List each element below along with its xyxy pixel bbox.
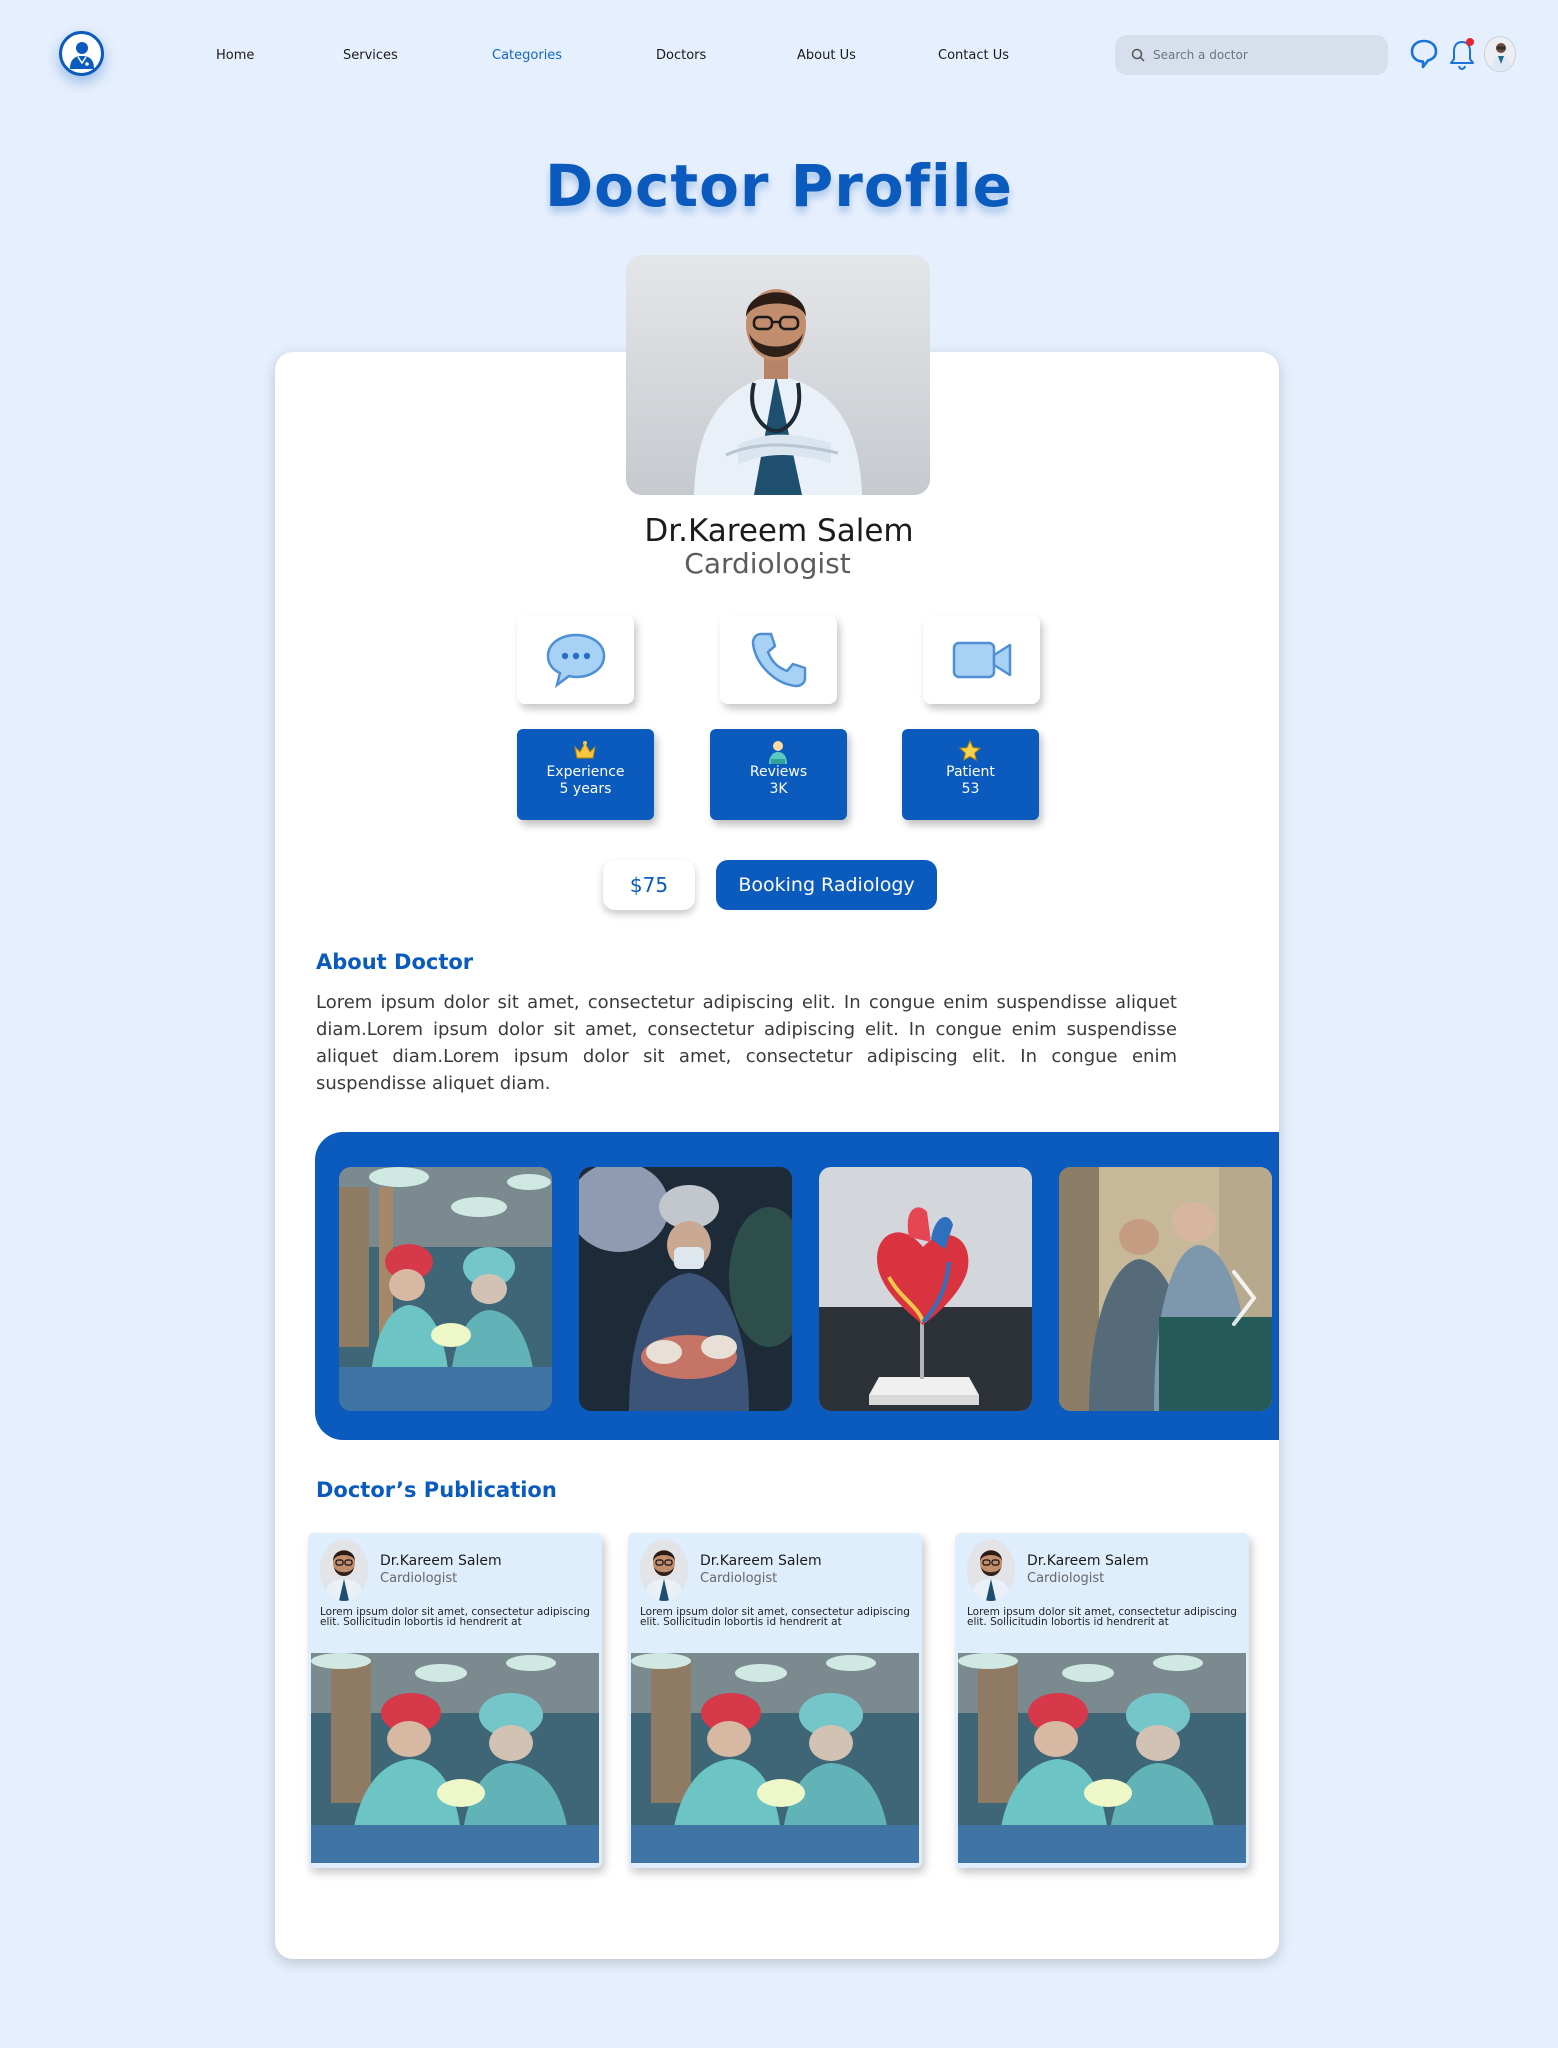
search-icon xyxy=(1131,48,1145,62)
nav-doctors[interactable]: Doctors xyxy=(656,48,706,63)
stat-reviews-value: 3K xyxy=(769,781,788,797)
search-bar[interactable] xyxy=(1115,35,1388,75)
search-input[interactable] xyxy=(1153,48,1373,62)
publication-author-name: Dr.Kareem Salem xyxy=(700,1553,822,1569)
stat-reviews-label: Reviews xyxy=(749,764,808,780)
publication-text: Lorem ipsum dolor sit amet, consectetur … xyxy=(967,1606,1237,1628)
publication-text: Lorem ipsum dolor sit amet, consectetur … xyxy=(640,1606,910,1628)
nav-categories[interactable]: Categories xyxy=(492,48,562,63)
crown-icon xyxy=(574,741,596,759)
stat-experience: Experience 5 years xyxy=(517,729,654,820)
chat-icon[interactable] xyxy=(1409,38,1439,70)
about-doctor-title: About Doctor xyxy=(316,950,474,974)
phone-icon xyxy=(751,632,806,687)
surgery-team-photo xyxy=(339,1167,552,1411)
star-icon xyxy=(958,739,982,762)
publication-image xyxy=(958,1653,1246,1863)
doctor-specialty: Cardiologist xyxy=(684,547,851,580)
publication-author-specialty: Cardiologist xyxy=(700,1571,778,1586)
photo-gallery xyxy=(315,1132,1279,1440)
surgery-team-photo xyxy=(631,1653,919,1863)
gallery-photo-heart-model[interactable] xyxy=(819,1167,1032,1411)
nav-services[interactable]: Services xyxy=(343,48,398,63)
publication-author-specialty: Cardiologist xyxy=(1027,1571,1105,1586)
publication-avatar xyxy=(640,1539,688,1601)
message-button[interactable] xyxy=(517,615,634,704)
stat-patients: Patient 53 xyxy=(902,729,1039,820)
stat-experience-label: Experience xyxy=(546,764,625,780)
video-camera-icon xyxy=(952,641,1011,678)
publication-author-name: Dr.Kareem Salem xyxy=(380,1553,502,1569)
user-avatar-icon xyxy=(1485,37,1515,71)
publications-title: Doctor’s Publication xyxy=(316,1478,557,1502)
user-avatar[interactable] xyxy=(1484,36,1516,72)
person-icon xyxy=(769,741,787,764)
doctor-avatar-image xyxy=(967,1539,1015,1601)
doctor-portrait xyxy=(626,255,930,495)
booking-button[interactable]: Booking Radiology xyxy=(716,860,937,910)
publication-card[interactable]: Dr.Kareem Salem Cardiologist Lorem ipsum… xyxy=(955,1533,1249,1868)
gallery-photo-operation[interactable] xyxy=(579,1167,792,1411)
operation-photo xyxy=(579,1167,792,1411)
doctor-avatar-image xyxy=(640,1539,688,1601)
main-nav: Home Services Categories Doctors About U… xyxy=(0,48,1100,68)
nav-about-us[interactable]: About Us xyxy=(797,48,856,63)
publication-author-specialty: Cardiologist xyxy=(380,1571,458,1586)
doctor-name: Dr.Kareem Salem xyxy=(644,513,914,549)
stat-reviews: Reviews 3K xyxy=(710,729,847,820)
surgery-team-photo xyxy=(958,1653,1246,1863)
publication-card[interactable]: Dr.Kareem Salem Cardiologist Lorem ipsum… xyxy=(308,1533,602,1868)
gallery-photo-surgery-team[interactable] xyxy=(339,1167,552,1411)
video-call-button[interactable] xyxy=(923,615,1040,704)
doctor-avatar-image xyxy=(320,1539,368,1601)
stat-experience-value: 5 years xyxy=(559,781,612,797)
gallery-next-arrow-icon[interactable] xyxy=(1228,1268,1258,1328)
nav-home[interactable]: Home xyxy=(216,48,254,63)
publication-image xyxy=(311,1653,599,1863)
publication-text: Lorem ipsum dolor sit amet, consectetur … xyxy=(320,1606,590,1628)
about-doctor-text: Lorem ipsum dolor sit amet, consectetur … xyxy=(316,992,1177,1094)
page-title: Doctor Profile xyxy=(544,152,1014,220)
stat-patients-value: 53 xyxy=(961,781,980,797)
publication-avatar xyxy=(967,1539,1015,1601)
surgery-team-photo xyxy=(311,1653,599,1863)
nav-contact-us[interactable]: Contact Us xyxy=(938,48,1009,63)
heart-model-photo xyxy=(819,1167,1032,1411)
publication-card[interactable]: Dr.Kareem Salem Cardiologist Lorem ipsum… xyxy=(628,1533,922,1868)
stat-patients-label: Patient xyxy=(946,764,995,780)
publication-image xyxy=(631,1653,919,1863)
publication-avatar xyxy=(320,1539,368,1601)
message-bubble-icon xyxy=(546,633,605,688)
publication-author-name: Dr.Kareem Salem xyxy=(1027,1553,1149,1569)
bell-icon[interactable] xyxy=(1447,36,1477,72)
notification-dot xyxy=(1466,38,1474,46)
doctor-photo xyxy=(626,255,930,495)
price-badge: $75 xyxy=(603,860,695,910)
call-button[interactable] xyxy=(720,615,837,704)
